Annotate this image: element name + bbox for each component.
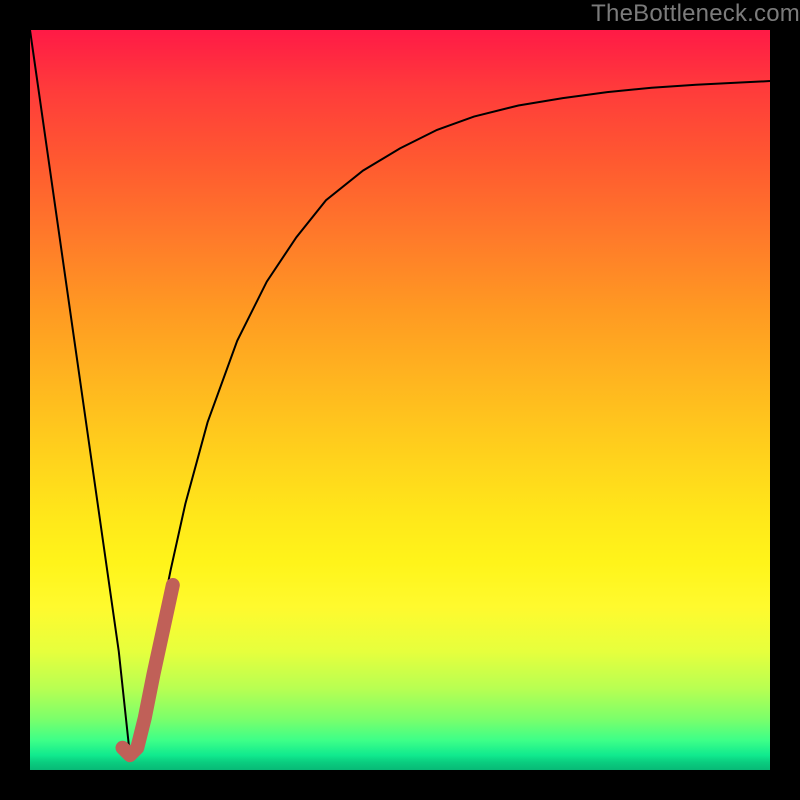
- curve-layer: [30, 30, 770, 770]
- highlight-segment: [123, 585, 173, 755]
- chart-frame: TheBottleneck.com: [0, 0, 800, 800]
- watermark-text: TheBottleneck.com: [591, 0, 800, 28]
- bottleneck-curve: [30, 30, 770, 755]
- plot-area: [30, 30, 770, 770]
